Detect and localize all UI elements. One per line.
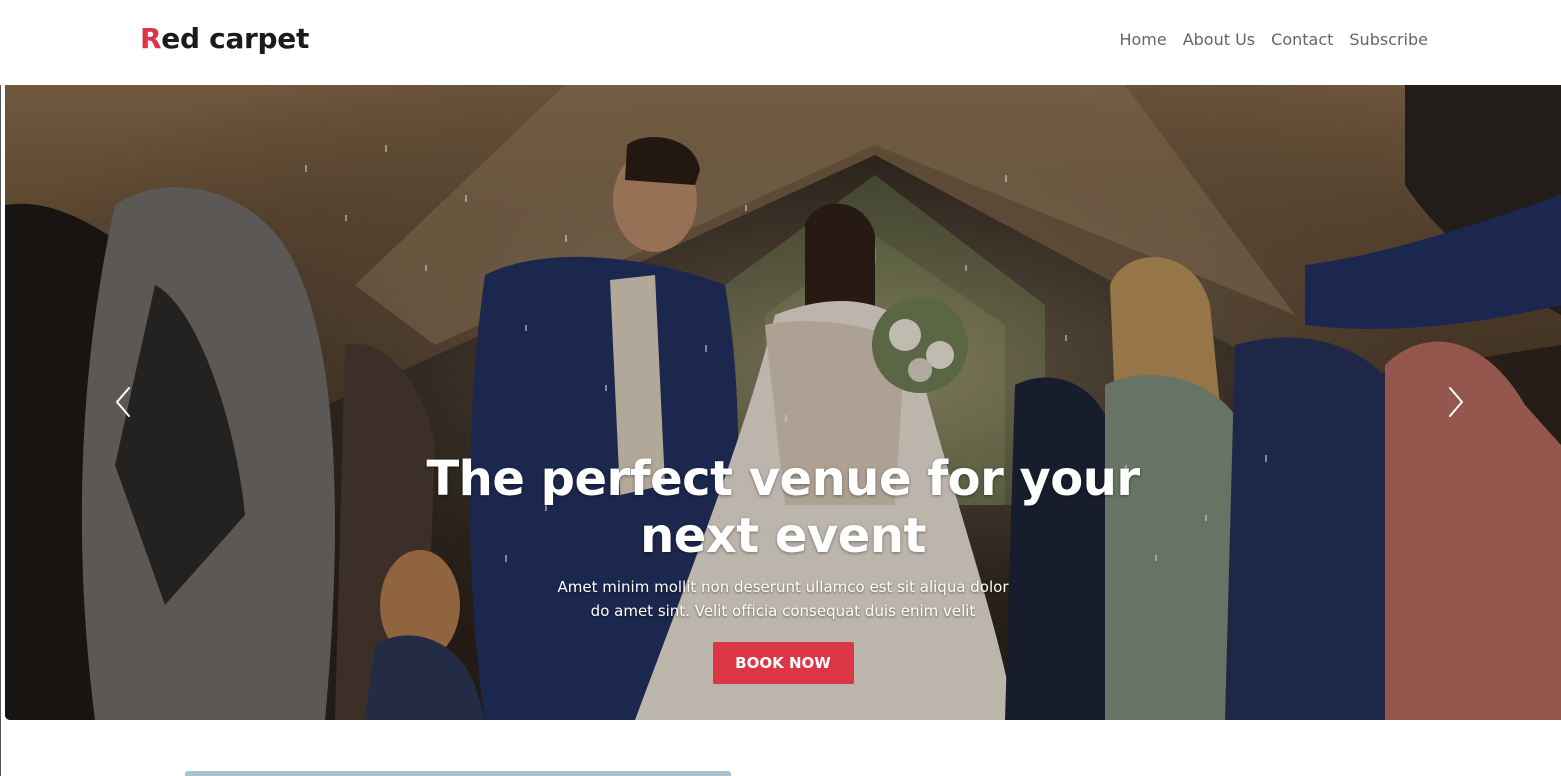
logo-accent-letter: R: [140, 22, 162, 55]
hero-headline: The perfect venue for your next event: [426, 451, 1140, 564]
nav-link-home[interactable]: Home: [1119, 30, 1166, 49]
hero-caption: The perfect venue for your next event Am…: [5, 451, 1561, 684]
carousel-next-button[interactable]: [1436, 385, 1476, 419]
next-section-image-top: [185, 771, 731, 776]
chevron-right-icon: [1449, 387, 1463, 417]
main-nav: Home About Us Contact Subscribe: [1119, 30, 1428, 49]
hero-carousel: The perfect venue for your next event Am…: [5, 85, 1561, 720]
logo[interactable]: Red carpet: [140, 22, 309, 55]
hero-subtext: Amet minim mollit non deserunt ullamco e…: [557, 578, 1009, 620]
logo-text: ed carpet: [161, 22, 310, 55]
site-header: Red carpet Home About Us Contact Subscri…: [0, 0, 1561, 85]
carousel-prev-button[interactable]: [103, 385, 143, 419]
nav-link-subscribe[interactable]: Subscribe: [1349, 30, 1428, 49]
window-left-edge: [0, 0, 1, 776]
nav-link-about-us[interactable]: About Us: [1183, 30, 1255, 49]
nav-link-contact[interactable]: Contact: [1271, 30, 1333, 49]
book-now-button[interactable]: BOOK NOW: [712, 642, 854, 684]
chevron-left-icon: [116, 387, 130, 417]
